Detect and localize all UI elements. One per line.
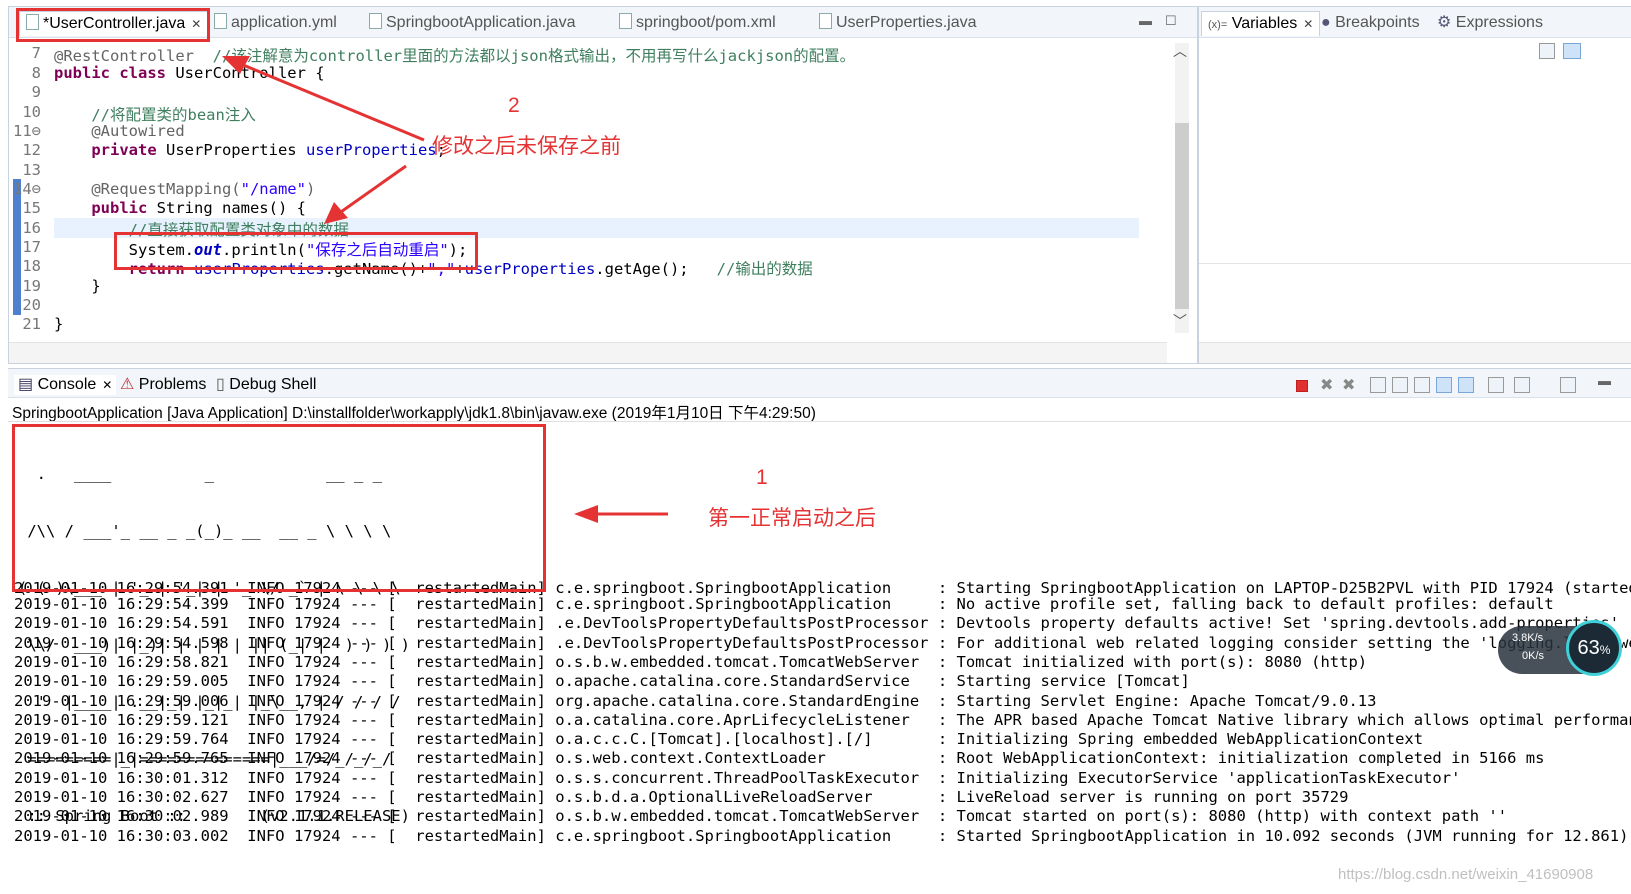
annotation-arrows xyxy=(222,56,668,523)
download-speed: 0K/s xyxy=(1522,650,1545,662)
watermark: https://blog.csdn.net/weixin_41690908 xyxy=(1338,866,1594,883)
memory-usage-gauge: 63% xyxy=(1566,620,1622,676)
upload-speed: 3.8K/s xyxy=(1512,632,1544,644)
arrow-line xyxy=(235,60,425,142)
annotation-label-2-number: 2 xyxy=(508,94,520,117)
annotation-label-1: 第一正常启动之后 xyxy=(708,507,876,530)
annotation-label-1-number: 1 xyxy=(756,466,768,489)
arrow-head xyxy=(324,202,348,224)
network-speed-widget: 3.8K/s 0K/s 63% xyxy=(1498,620,1626,680)
arrow-head xyxy=(574,505,598,523)
arrow-line xyxy=(337,164,407,216)
annotation-label-2: 修改之后未保存之前 xyxy=(432,135,621,158)
